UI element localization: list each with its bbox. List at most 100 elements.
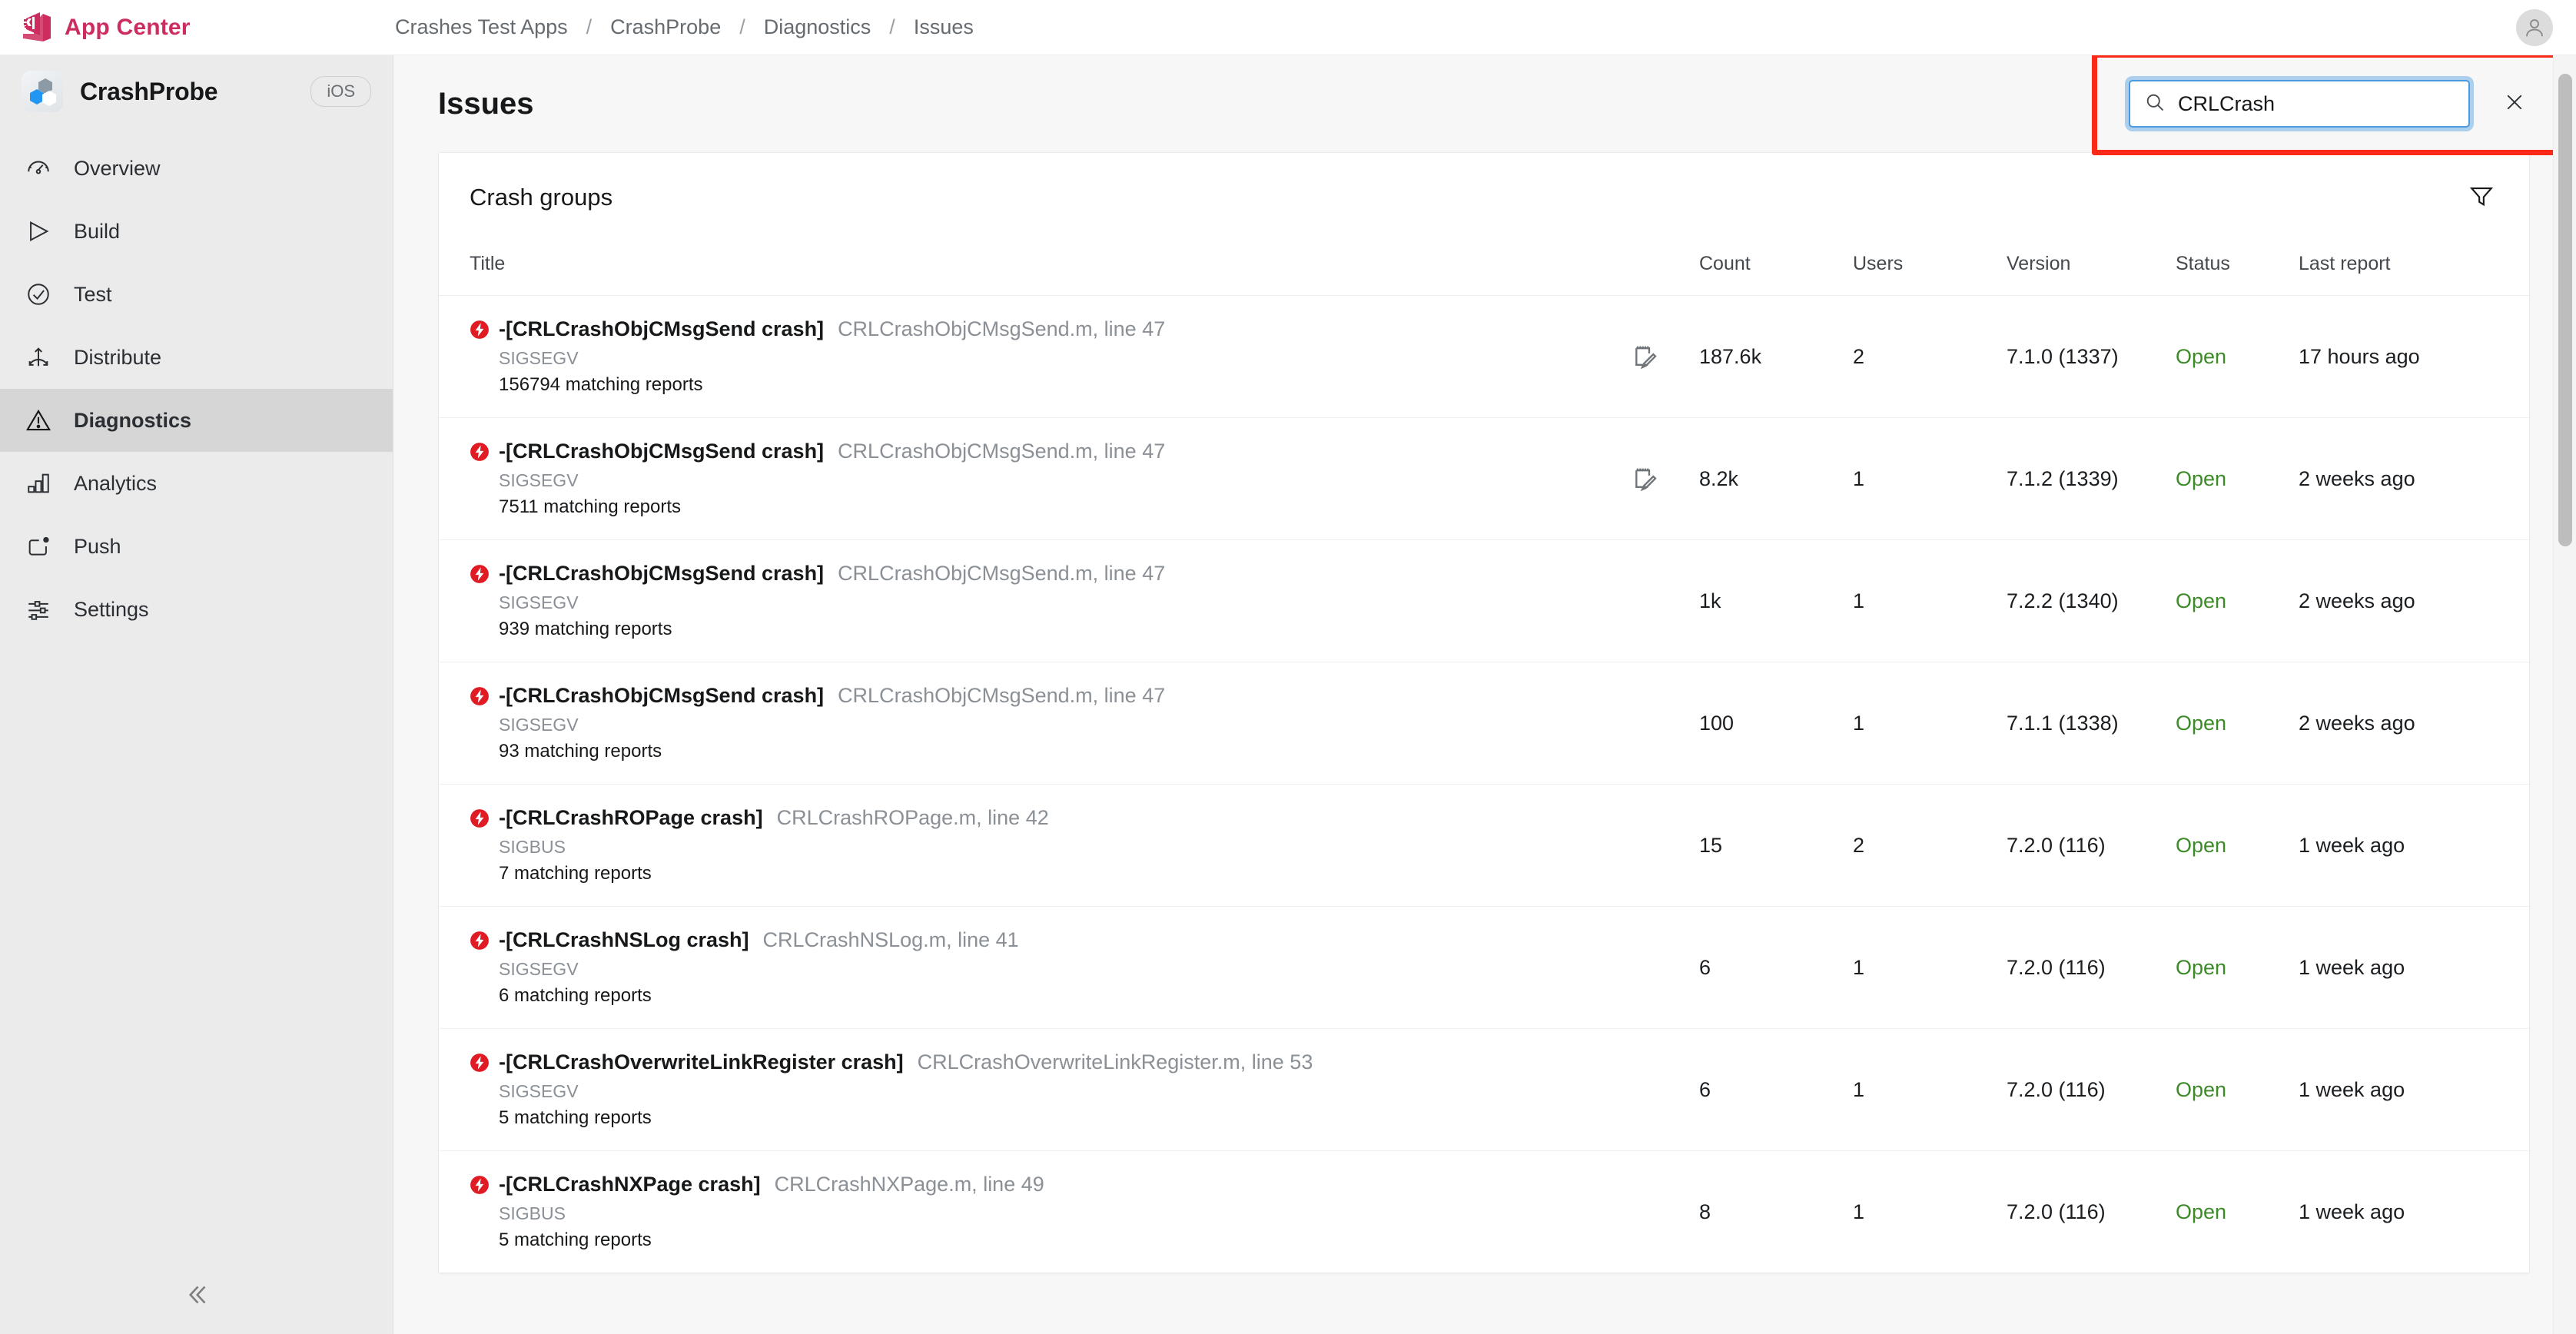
chevron-double-left-icon — [183, 1281, 211, 1312]
cell-count: 15 — [1699, 784, 1853, 907]
cell-users: 1 — [1853, 662, 2007, 785]
avatar[interactable] — [2516, 8, 2553, 46]
cell-title[interactable]: -[CRLCrashROPage crash] CRLCrashROPage.m,… — [439, 784, 1592, 907]
crash-title-line: -[CRLCrashNXPage crash] CRLCrashNXPage.m,… — [470, 1173, 1592, 1196]
sidebar: CrashProbe iOS Overview Build Test Distr… — [0, 55, 393, 1334]
table-row[interactable]: -[CRLCrashObjCMsgSend crash] CRLCrashObjC… — [439, 295, 2529, 418]
cell-last-report: 2 weeks ago — [2299, 539, 2529, 662]
cell-note[interactable] — [1592, 295, 1699, 418]
sidebar-item-push[interactable]: Push — [0, 515, 393, 578]
crash-signal: SIGSEGV — [499, 592, 579, 612]
brand-name: App Center — [65, 14, 191, 40]
crash-bolt-icon — [470, 564, 490, 584]
crashprobe-app-icon — [22, 71, 63, 112]
cell-users: 1 — [1853, 1028, 2007, 1151]
crash-title-line: -[CRLCrashObjCMsgSend crash] CRLCrashObjC… — [470, 562, 1592, 586]
table-row[interactable]: -[CRLCrashObjCMsgSend crash] CRLCrashObjC… — [439, 417, 2529, 540]
crash-signal: SIGBUS — [499, 837, 566, 857]
cell-note[interactable] — [1592, 417, 1699, 540]
table-row[interactable]: -[CRLCrashObjCMsgSend crash] CRLCrashObjC… — [439, 662, 2529, 785]
sidebar-item-build[interactable]: Build — [0, 200, 393, 263]
cell-note[interactable] — [1592, 662, 1699, 785]
table-row[interactable]: -[CRLCrashNSLog crash] CRLCrashNSLog.m, l… — [439, 906, 2529, 1029]
cell-title[interactable]: -[CRLCrashObjCMsgSend crash] CRLCrashObjC… — [439, 539, 1592, 662]
column-header-count[interactable]: Count — [1699, 242, 1853, 296]
cell-title[interactable]: -[CRLCrashNXPage crash] CRLCrashNXPage.m,… — [439, 1151, 1592, 1273]
breadcrumb-item-org[interactable]: Crashes Test Apps — [393, 15, 569, 39]
scrollbar-thumb[interactable] — [2558, 74, 2572, 546]
search-input[interactable]: CRLCrash — [2129, 80, 2470, 128]
crash-bolt-icon — [470, 1175, 490, 1195]
crash-file: CRLCrashObjCMsgSend.m, line 47 — [838, 440, 1166, 463]
column-header-version[interactable]: Version — [2007, 242, 2176, 296]
cell-users: 1 — [1853, 1200, 1865, 1223]
vertical-scrollbar[interactable] — [2553, 55, 2576, 1334]
cell-note[interactable] — [1592, 1028, 1699, 1151]
sidebar-item-test[interactable]: Test — [0, 263, 393, 326]
table-row[interactable]: -[CRLCrashNXPage crash] CRLCrashNXPage.m,… — [439, 1151, 2529, 1273]
breadcrumb-item-issues[interactable]: Issues — [912, 15, 975, 39]
cell-note[interactable] — [1592, 906, 1699, 1029]
crash-title-line: -[CRLCrashROPage crash] CRLCrashROPage.m,… — [470, 806, 1592, 830]
sidebar-item-label: Build — [74, 219, 121, 243]
table-body: -[CRLCrashObjCMsgSend crash] CRLCrashObjC… — [439, 295, 2529, 1273]
cell-count: 1k — [1699, 539, 1853, 662]
sidebar-app-header[interactable]: CrashProbe iOS — [0, 55, 393, 128]
sidebar-app-name: CrashProbe — [80, 77, 218, 105]
crash-method: -[CRLCrashObjCMsgSend crash] — [499, 440, 825, 463]
cell-note[interactable] — [1592, 784, 1699, 907]
cell-count: 100 — [1699, 662, 1853, 785]
app-root: App Center Crashes Test Apps / CrashProb… — [0, 0, 2576, 1334]
cell-last-report: 17 hours ago — [2299, 295, 2529, 418]
cell-note[interactable] — [1592, 539, 1699, 662]
play-icon — [23, 216, 54, 247]
cell-title[interactable]: -[CRLCrashObjCMsgSend crash] CRLCrashObjC… — [439, 295, 1592, 418]
sidebar-item-distribute[interactable]: Distribute — [0, 326, 393, 389]
crash-title-line: -[CRLCrashObjCMsgSend crash] CRLCrashObjC… — [470, 684, 1592, 708]
crash-bolt-icon — [470, 686, 490, 706]
table-row[interactable]: -[CRLCrashOverwriteLinkRegister crash] CR… — [439, 1028, 2529, 1151]
note-edit-icon[interactable] — [1592, 341, 1699, 372]
brand[interactable]: App Center — [0, 12, 393, 43]
crash-bolt-icon — [470, 320, 490, 340]
sidebar-item-settings[interactable]: Settings — [0, 578, 393, 641]
crash-method: -[CRLCrashROPage crash] — [499, 806, 763, 829]
sidebar-item-diagnostics[interactable]: Diagnostics — [0, 389, 393, 452]
breadcrumb-item-diagnostics[interactable]: Diagnostics — [762, 15, 873, 39]
filter-button[interactable] — [2465, 181, 2498, 214]
cell-title[interactable]: -[CRLCrashObjCMsgSend crash] CRLCrashObjC… — [439, 662, 1592, 785]
crash-method: -[CRLCrashNSLog crash] — [499, 928, 749, 951]
cell-version: 7.1.0 (1337) — [2007, 295, 2176, 418]
column-header-users[interactable]: Users — [1853, 242, 2007, 296]
note-edit-icon[interactable] — [1592, 463, 1699, 494]
cell-title[interactable]: -[CRLCrashObjCMsgSend crash] CRLCrashObjC… — [439, 417, 1592, 540]
sidebar-item-label: Analytics — [74, 471, 158, 495]
breadcrumb-item-app[interactable]: CrashProbe — [609, 15, 722, 39]
crash-title-line: -[CRLCrashOverwriteLinkRegister crash] CR… — [470, 1050, 1592, 1074]
column-header-status[interactable]: Status — [2176, 242, 2299, 296]
sidebar-item-analytics[interactable]: Analytics — [0, 452, 393, 515]
crash-matching-reports: 93 matching reports — [499, 741, 662, 762]
check-circle-icon — [23, 279, 54, 310]
filter-funnel-icon — [2468, 183, 2495, 213]
cell-title[interactable]: -[CRLCrashOverwriteLinkRegister crash] CR… — [439, 1028, 1592, 1151]
column-header-title[interactable]: Title — [439, 242, 1592, 296]
cell-note[interactable] — [1592, 1151, 1699, 1273]
crash-bolt-icon — [470, 1053, 490, 1073]
column-header-last-report[interactable]: Last report — [2299, 242, 2529, 296]
cell-users: 2 — [1853, 295, 2007, 418]
card-header: Crash groups — [439, 153, 2529, 242]
top-bar-right — [2516, 8, 2576, 46]
search-clear-button[interactable] — [2499, 88, 2530, 119]
search-input-value[interactable]: CRLCrash — [2178, 92, 2275, 116]
cell-title[interactable]: -[CRLCrashNSLog crash] CRLCrashNSLog.m, l… — [439, 906, 1592, 1029]
sidebar-item-label: Push — [74, 534, 121, 558]
sidebar-collapse-button[interactable] — [0, 1281, 393, 1312]
sidebar-item-overview[interactable]: Overview — [0, 137, 393, 200]
table-row[interactable]: -[CRLCrashObjCMsgSend crash] CRLCrashObjC… — [439, 539, 2529, 662]
crash-signal: SIGSEGV — [499, 348, 579, 368]
table-row[interactable]: -[CRLCrashROPage crash] CRLCrashROPage.m,… — [439, 784, 2529, 907]
crash-matching-reports: 939 matching reports — [499, 619, 672, 639]
cell-status: Open — [2176, 417, 2299, 540]
cell-count: 6 — [1699, 906, 1853, 1029]
